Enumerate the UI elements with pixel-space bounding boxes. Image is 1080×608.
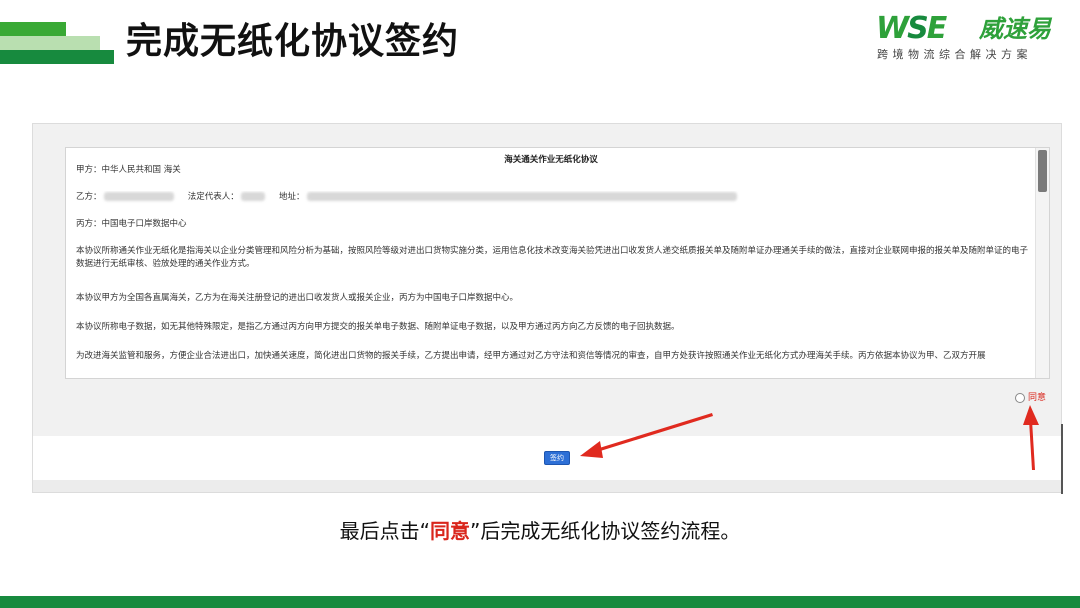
agreement-paragraph-1: 本协议所称通关作业无纸化是指海关以企业分类管理和风险分析为基础，按照风险等级对进… xyxy=(76,246,1029,269)
caption-quote-open: “ xyxy=(419,519,430,543)
caption-after: 后完成无纸化协议签约流程。 xyxy=(480,519,741,543)
logo-name: 威速易 xyxy=(979,15,1051,43)
agreement-paragraph-3: 本协议所称电子数据，如无其他特殊限定，是指乙方通过丙方向甲方提交的报关单电子数据… xyxy=(76,322,680,332)
redacted-rep xyxy=(241,192,266,201)
footer-bar xyxy=(0,596,1080,608)
logo-mark: WSE xyxy=(876,11,947,46)
agreement-paragraph-4: 为改进海关监管和服务，方便企业合法进出口，加快通关速度，简化进出口货物的报关手续… xyxy=(76,351,986,361)
instruction-caption: 最后点击“同意”后完成无纸化协议签约流程。 xyxy=(0,516,1080,546)
agreement-screenshot: 海关通关作业无纸化协议 甲方：中华人民共和国 海关 乙方： 法定代表人： 地址：… xyxy=(32,123,1063,494)
screenshot-bottom-strip xyxy=(33,480,1061,492)
party-b-line: 乙方： 法定代表人： 地址： xyxy=(76,191,1031,204)
company-logo: WSE 威速易 跨境物流综合解决方案 xyxy=(876,12,1066,62)
caption-highlight: 同意 xyxy=(430,519,470,543)
caption-quote-close: ” xyxy=(470,519,481,543)
agree-radio[interactable] xyxy=(1015,393,1025,403)
header-stripe-dark-green xyxy=(0,50,114,64)
redacted-address xyxy=(307,192,738,201)
agree-label: 同意 xyxy=(1028,393,1047,403)
party-a-line: 甲方：中华人民共和国 海关 xyxy=(76,165,181,175)
header-stripe-pale-green xyxy=(0,36,100,50)
sign-button[interactable]: 签约 xyxy=(544,451,570,465)
party-c-line: 丙方：中国电子口岸数据中心 xyxy=(76,219,187,229)
address-label: 地址： xyxy=(278,192,305,202)
document-scrollbar[interactable] xyxy=(1035,148,1049,378)
redacted-company xyxy=(104,192,175,201)
logo-tagline: 跨境物流综合解决方案 xyxy=(877,48,1032,61)
screenshot-edge-line xyxy=(1061,424,1063,494)
slide-title: 完成无纸化协议签约 xyxy=(126,21,460,62)
caption-before: 最后点击 xyxy=(339,519,420,543)
agree-option[interactable]: 同意 xyxy=(1015,392,1046,405)
legal-rep-label: 法定代表人： xyxy=(187,192,239,202)
agreement-paragraph-2: 本协议甲方为全国各直属海关，乙方为在海关注册登记的进出口收发货人或报关企业，丙方… xyxy=(76,293,519,303)
party-b-label: 乙方： xyxy=(76,192,102,202)
header-stripe-light-green xyxy=(0,22,66,36)
agreement-document-panel[interactable]: 海关通关作业无纸化协议 甲方：中华人民共和国 海关 乙方： 法定代表人： 地址：… xyxy=(65,147,1050,379)
scrollbar-thumb[interactable] xyxy=(1038,150,1047,192)
